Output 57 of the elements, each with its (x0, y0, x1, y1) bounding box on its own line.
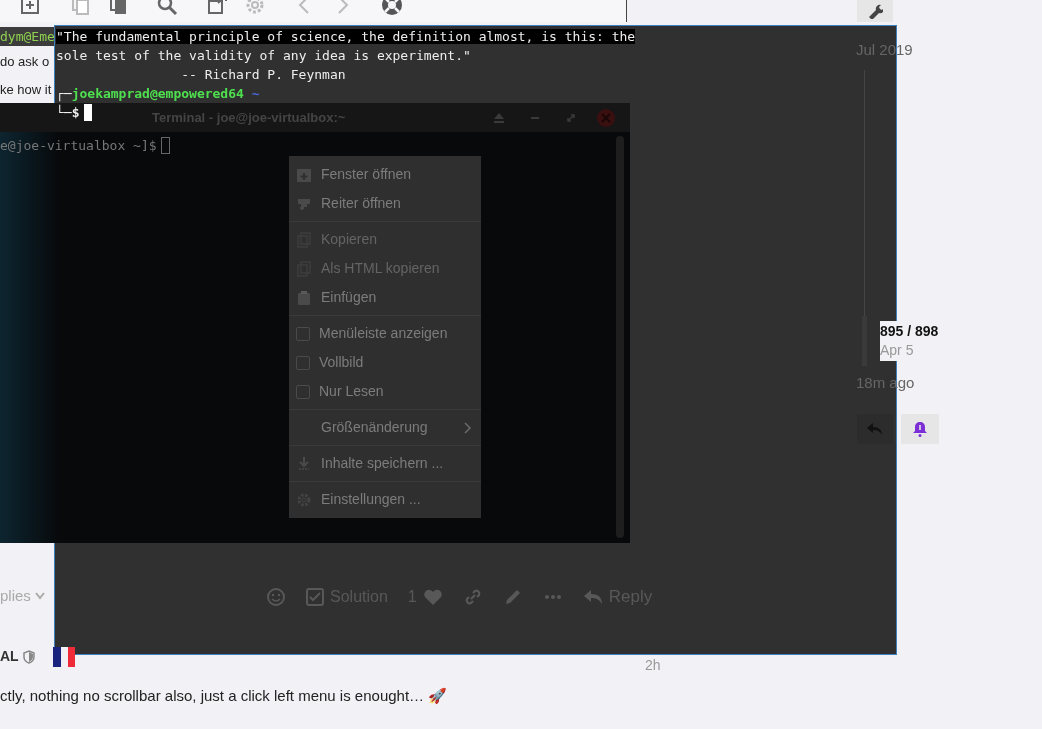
checkbox[interactable] (296, 326, 310, 341)
menu-item[interactable]: Inhalte speichern ... (289, 449, 481, 478)
terminal-text: dym@Eme (0, 27, 54, 46)
window-arrow-icon[interactable] (206, 0, 228, 16)
download-icon (296, 455, 312, 472)
chevron-right-icon (463, 421, 471, 434)
close-icon[interactable] (596, 107, 616, 128)
terminal-text: sole test of the validity of any idea is experiment." (56, 48, 471, 63)
checkbox[interactable] (296, 384, 310, 399)
terminal-user: joekamprad@empowered64 (71, 86, 244, 101)
menu-item[interactable]: Einfügen (289, 283, 481, 312)
settings-icon[interactable] (244, 0, 266, 16)
reply-button[interactable] (857, 414, 893, 444)
paste-icon[interactable] (107, 0, 129, 16)
post-text: do ask o (0, 53, 50, 71)
wrench-icon (867, 3, 883, 19)
wrench-button[interactable] (857, 0, 893, 22)
flag-icon (52, 646, 75, 667)
copy-icon[interactable] (69, 0, 91, 16)
checkbox[interactable] (296, 355, 310, 370)
replies-toggle[interactable]: plies (0, 585, 45, 608)
window-plus-icon (296, 166, 312, 183)
heart-icon (422, 587, 443, 606)
smile-icon[interactable] (266, 586, 286, 607)
search-icon[interactable] (156, 0, 178, 16)
lifebuoy-icon[interactable] (381, 0, 403, 16)
reply-arrow-icon (582, 587, 603, 606)
clipboard-icon (296, 289, 312, 306)
prompt-symbol: $ (71, 105, 80, 122)
cursor-icon (84, 104, 93, 121)
post-text: ctly, nothing no scrollbar also, just a click left menu is enought… 🚀 (0, 686, 448, 706)
notification-button[interactable] (901, 414, 939, 444)
terminal-text: -- Richard P. Feynman (181, 67, 346, 82)
terminal-path: ~ (250, 86, 260, 101)
menu-item[interactable]: Einstellungen ... (289, 485, 481, 514)
post-time: 2h (645, 658, 661, 672)
prompt-corner: ┌─ (56, 86, 72, 101)
menu-item[interactable]: Vollbild (289, 348, 481, 377)
terminal-text: "The fundamental principle of science, the definition almost, is this: the (56, 29, 636, 44)
author-name[interactable]: AL (0, 646, 19, 667)
chevron-down-icon (34, 592, 45, 601)
terminal-prompt: e@joe-virtualbox ~]$ (0, 137, 157, 155)
menu-item[interactable]: Nur Lesen (289, 377, 481, 406)
timeline-date: Apr 5 (880, 340, 914, 361)
menu-item[interactable]: Menüleiste anzeigen (289, 319, 481, 348)
shield-icon (22, 649, 35, 664)
menu-item[interactable]: Fenster öffnen (289, 160, 481, 189)
bell-icon (913, 421, 927, 437)
menu-item[interactable]: Reiter öffnen (289, 189, 481, 218)
reply-arrow-icon (867, 422, 883, 436)
post-text: ke how it (0, 81, 52, 99)
new-window-icon[interactable] (19, 0, 41, 16)
menu-item[interactable]: Größenänderung (289, 413, 481, 442)
cursor-icon (160, 137, 170, 154)
prompt-corner: └─ (56, 103, 72, 122)
checkbox-icon (306, 587, 324, 606)
timeline-position: 895 / 898 (880, 321, 939, 342)
